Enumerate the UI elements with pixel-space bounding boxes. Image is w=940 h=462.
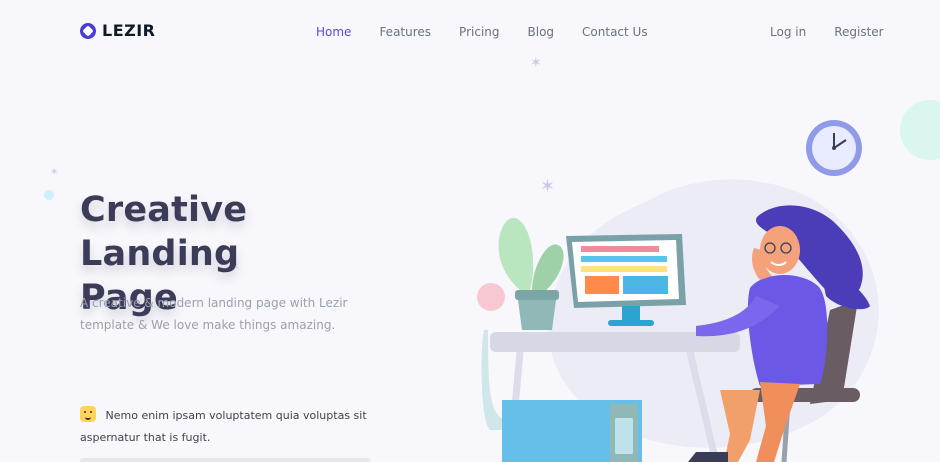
- top-navigation: LEZIR Home Features Pricing Blog Contact…: [0, 0, 940, 64]
- nav-home-link[interactable]: Home: [316, 25, 351, 39]
- hero-note-line: aspernatur that is fugit.: [80, 431, 211, 444]
- main-menu: Home Features Pricing Blog Contact Us: [316, 25, 648, 39]
- hero-note: Nemo enim ipsam voluptatem quia voluptas…: [80, 405, 400, 449]
- nav-contact-link[interactable]: Contact Us: [582, 25, 648, 39]
- brand-logo[interactable]: LEZIR: [80, 21, 156, 40]
- decorative-dot: [44, 190, 54, 200]
- hero-subtitle-line: template & We love make things amazing.: [80, 318, 336, 332]
- hero-input-bar[interactable]: [80, 458, 370, 462]
- auth-links: Log in Register: [770, 25, 884, 39]
- nav-features-link[interactable]: Features: [379, 25, 431, 39]
- potted-plant-icon: [498, 217, 564, 330]
- hero-note-line: Nemo enim ipsam voluptatem quia voluptas…: [105, 409, 367, 422]
- landing-page: LEZIR Home Features Pricing Blog Contact…: [0, 0, 940, 462]
- smiley-face-emoji-icon: [80, 406, 96, 422]
- sparkle-icon: ✶: [530, 55, 542, 71]
- register-link[interactable]: Register: [834, 25, 883, 39]
- hero-subtitle: A creative & modern landing page with Le…: [80, 292, 370, 336]
- login-link[interactable]: Log in: [770, 25, 806, 39]
- hero-illustration: [477, 120, 879, 462]
- nav-pricing-link[interactable]: Pricing: [459, 25, 499, 39]
- hero-title-line: Creative Landing: [80, 190, 248, 274]
- clock-icon: [806, 120, 862, 176]
- lezir-logo-icon: [80, 22, 96, 39]
- nav-blog-link[interactable]: Blog: [528, 25, 555, 39]
- hero-subtitle-line: A creative & modern landing page with Le…: [80, 296, 348, 310]
- brand-name: LEZIR: [102, 21, 156, 40]
- sparkle-icon: ✶: [50, 167, 59, 178]
